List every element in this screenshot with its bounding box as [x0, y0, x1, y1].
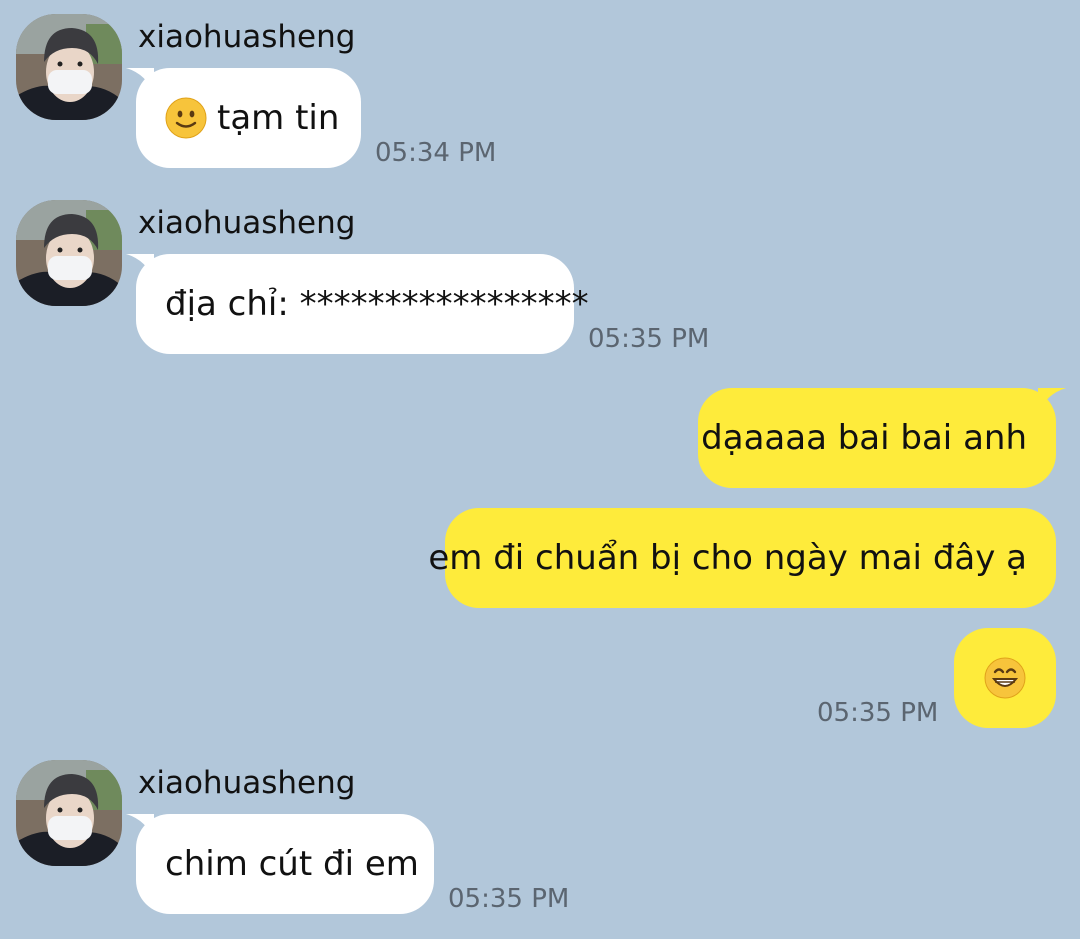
message-text: địa chỉ: ***************** [165, 284, 589, 324]
avatar-photo-icon [16, 760, 122, 866]
message-timestamp: 05:35 PM [448, 884, 570, 914]
message-bubble-incoming[interactable]: địa chỉ: ***************** [126, 254, 589, 354]
message-timestamp: 05:34 PM [375, 138, 497, 168]
bubble-tail-icon [126, 68, 154, 94]
message-bubble-incoming[interactable]: tạm tin [126, 68, 361, 168]
message-text: dạaaaa bai bai anh [701, 418, 1027, 458]
avatar-photo-icon [16, 14, 122, 120]
bubble-tail-icon [126, 814, 154, 840]
avatar-photo-icon [16, 200, 122, 306]
bubble-tail-icon [126, 254, 154, 280]
message-text: chim cút đi em [165, 844, 419, 884]
message-bubble-outgoing[interactable] [954, 628, 1056, 728]
bubble-tail-icon [1038, 388, 1066, 414]
message-text: em đi chuẩn bị cho ngày mai đây ạ [428, 538, 1027, 578]
message-timestamp: 05:35 PM [588, 324, 710, 354]
sender-avatar[interactable] [16, 200, 122, 306]
message-timestamp: 05:35 PM [817, 698, 939, 728]
message-bubble-outgoing[interactable]: dạaaaa bai bai anh [698, 388, 1066, 488]
sender-name: xiaohuasheng [138, 205, 356, 241]
grinning-face-icon [984, 657, 1026, 699]
sender-avatar[interactable] [16, 14, 122, 120]
message-bubble-outgoing[interactable]: em đi chuẩn bị cho ngày mai đây ạ [428, 508, 1056, 608]
message-bubble-incoming[interactable]: chim cút đi em [126, 814, 434, 914]
sender-name: xiaohuasheng [138, 765, 356, 801]
message-text: tạm tin [217, 98, 340, 138]
sender-avatar[interactable] [16, 760, 122, 866]
slightly-smiling-face-icon [165, 97, 207, 139]
sender-name: xiaohuasheng [138, 19, 356, 55]
